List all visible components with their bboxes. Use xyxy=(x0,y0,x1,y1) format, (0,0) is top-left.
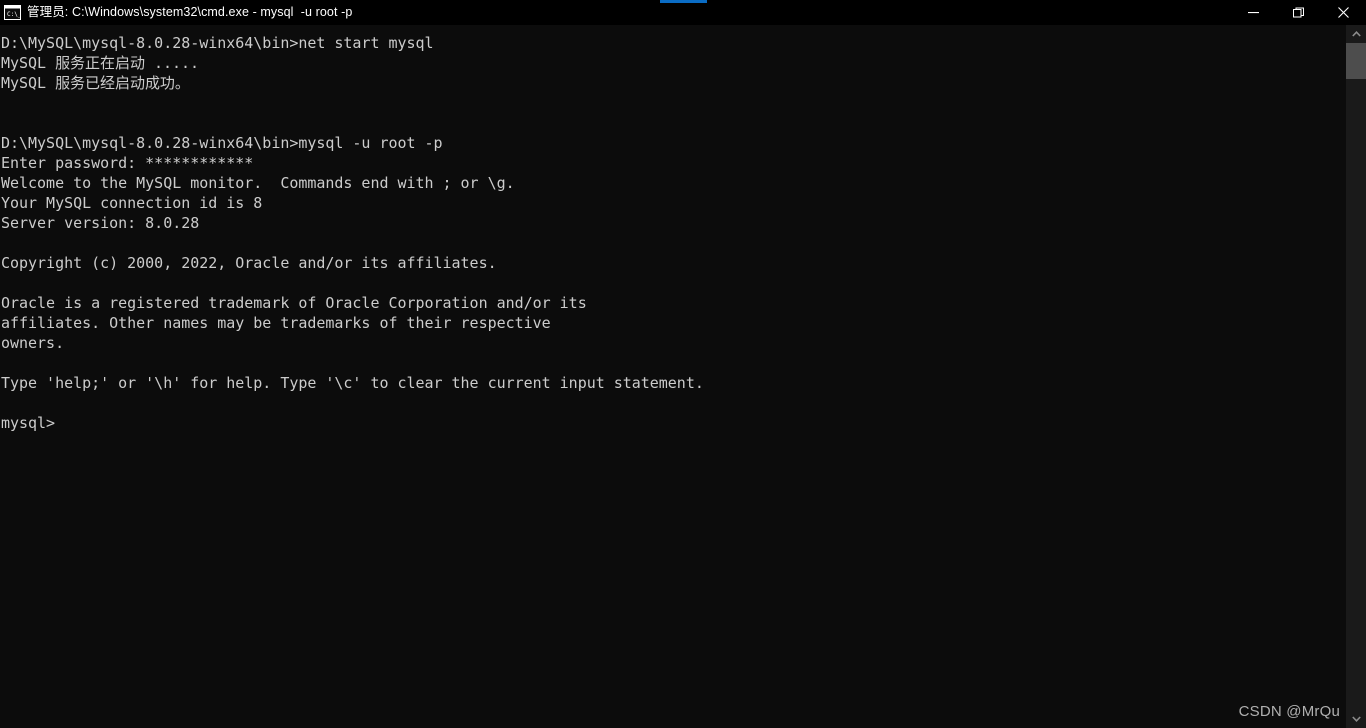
restore-icon xyxy=(1293,7,1304,18)
scroll-down-button[interactable] xyxy=(1346,710,1366,728)
chevron-down-icon xyxy=(1351,716,1361,722)
scrollbar-thumb[interactable] xyxy=(1346,43,1366,79)
console-text: D:\MySQL\mysql-8.0.28-winx64\bin>net sta… xyxy=(1,34,704,432)
svg-text:C:\_: C:\_ xyxy=(7,11,21,18)
window-focus-accent xyxy=(660,0,707,3)
minimize-icon xyxy=(1248,12,1259,14)
close-button[interactable] xyxy=(1321,0,1366,25)
minimize-button[interactable] xyxy=(1231,0,1276,25)
scrollbar-track[interactable] xyxy=(1346,79,1366,710)
window-controls xyxy=(1231,0,1366,25)
title-bar[interactable]: C:\_ 管理员: C:\Windows\system32\cmd.exe - … xyxy=(0,0,1366,25)
csdn-watermark: CSDN @MrQu xyxy=(1238,703,1340,720)
scroll-up-button[interactable] xyxy=(1346,25,1366,43)
terminal-output-area[interactable]: D:\MySQL\mysql-8.0.28-winx64\bin>net sta… xyxy=(0,25,1346,728)
vertical-scrollbar[interactable] xyxy=(1346,25,1366,728)
cmd-window: C:\_ 管理员: C:\Windows\system32\cmd.exe - … xyxy=(0,0,1366,728)
window-title: 管理员: C:\Windows\system32\cmd.exe - mysql… xyxy=(27,5,353,19)
close-icon xyxy=(1338,7,1349,18)
chevron-up-icon xyxy=(1351,31,1361,37)
cmd-exe-icon: C:\_ xyxy=(4,5,21,20)
restore-button[interactable] xyxy=(1276,0,1321,25)
